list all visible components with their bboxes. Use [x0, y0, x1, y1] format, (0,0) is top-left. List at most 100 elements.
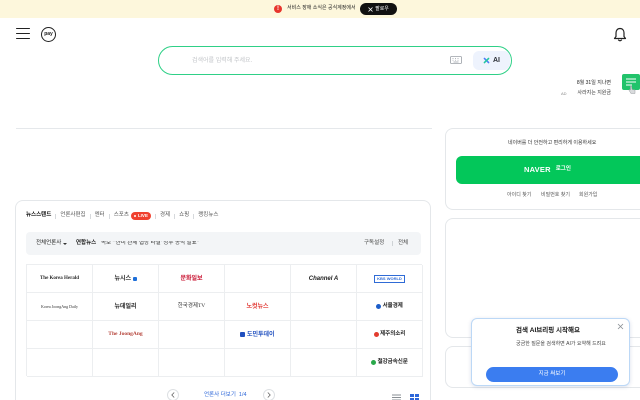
login-message: 네이버를 더 안전하고 편리하게 이용하세요: [508, 140, 597, 146]
press-logo-cell: [159, 349, 225, 377]
press-logo-cell[interactable]: The JoongAng: [93, 321, 159, 349]
news-tab[interactable]: 엔터: [95, 213, 105, 219]
press-logo: 한국경제TV: [177, 302, 206, 310]
signup-link[interactable]: 회원가입: [579, 193, 597, 198]
press-logo-name: 뉴데일리: [114, 303, 137, 310]
press-logo: Korea JoongAng Daily: [40, 303, 79, 309]
press-logo: 문화일보: [180, 276, 202, 282]
press-logo-name: 노컷뉴스: [246, 303, 269, 310]
promo-text-line1[interactable]: 8월 31일 지나면: [577, 81, 611, 86]
promo-text-line2[interactable]: 사라지는 지원금: [577, 91, 611, 96]
news-tab[interactable]: 스포츠 LIVE: [114, 212, 151, 220]
press-logo: 철강금속신문: [371, 359, 408, 366]
newsstand-filter-bar: 전체언론사 연합뉴스 속보 "'한미 관세 협상 타결' 정부 공식 발표" 구…: [26, 232, 421, 255]
news-tab[interactable]: 랭킹뉴스: [198, 213, 218, 219]
search-input[interactable]: [192, 54, 432, 67]
feature-popup: 검색 AI브리핑 시작해요 궁금한 질문을 검색하면 AI가 요약해 드려요 지…: [471, 318, 630, 386]
press-logo-cell[interactable]: 도민투데이: [225, 321, 291, 349]
tab-divider: [55, 213, 57, 219]
hand-pointer-icon: [628, 85, 636, 94]
press-logo-grid: The Korea Herald 뉴시스 문화일보 Channel A KBS WORL…: [26, 264, 423, 377]
tab-divider: [174, 213, 176, 219]
press-logo-name: Korea JoongAng Daily: [40, 303, 79, 309]
press-logo-cell[interactable]: 문화일보: [159, 265, 225, 293]
keyboard-icon[interactable]: [450, 56, 462, 64]
press-logo-name: The Korea Herald: [39, 276, 80, 281]
press-logo-cell: [291, 349, 357, 377]
next-page-button[interactable]: [263, 389, 275, 400]
pay-button[interactable]: pay: [41, 27, 56, 42]
prev-page-button[interactable]: [167, 389, 179, 400]
ai-sparkle-icon: [483, 57, 490, 63]
grid-view-icon[interactable]: [410, 394, 419, 400]
live-badge: LIVE: [130, 212, 151, 220]
press-logo-cell[interactable]: 노컷뉴스: [225, 293, 291, 321]
caret-down-icon: [63, 242, 68, 245]
press-logo-name: 한국경제TV: [177, 302, 206, 309]
press-logo-name: 문화일보: [180, 275, 203, 282]
press-logo-cell: [225, 349, 291, 377]
ad-label: AD: [561, 91, 567, 96]
chevron-left-icon: [171, 392, 175, 398]
live-badge-label: LIVE: [137, 212, 148, 218]
green-circle-icon: [371, 360, 377, 365]
ai-search-button[interactable]: AI: [473, 50, 510, 70]
press-logo-cell[interactable]: 제주의소리: [357, 321, 423, 349]
press-logo: 뉴데일리: [114, 304, 136, 310]
press-logo-cell[interactable]: Korea JoongAng Daily: [27, 293, 93, 321]
banner-follow-button[interactable]: 팔로우: [360, 3, 397, 15]
popup-action-button[interactable]: 지금 써보기: [486, 367, 618, 382]
tab-divider: [154, 213, 156, 219]
headline-link[interactable]: 속보 "'한미 관세 협상 타결' 정부 공식 발표": [101, 241, 199, 247]
popup-description: 궁금한 질문을 검색하면 AI가 요약해 드려요: [516, 341, 606, 347]
list-view-icon[interactable]: [392, 394, 401, 400]
blue-s-circle-icon: [376, 304, 382, 309]
ai-label: AI: [493, 56, 500, 64]
press-logo-cell[interactable]: 뉴시스: [93, 265, 159, 293]
login-card: 네이버를 더 안전하고 편리하게 이용하세요 NAVER 로그인 아이디 찾기 …: [445, 128, 640, 210]
bell-icon[interactable]: [613, 27, 627, 42]
close-icon[interactable]: [617, 323, 624, 330]
subscribe-settings-link[interactable]: 구독설정: [364, 240, 384, 247]
press-logo: KBS WORLD: [374, 274, 405, 283]
popup-title: 검색 AI브리핑 시작해요: [516, 327, 580, 334]
press-logo-cell: [27, 349, 93, 377]
tab-divider: [108, 213, 110, 219]
press-logo-cell[interactable]: 서울경제: [357, 293, 423, 321]
press-logo-name: KBS WORLD: [374, 274, 405, 283]
press-logo: 노컷뉴스: [246, 304, 268, 310]
press-logo-cell[interactable]: Channel A: [291, 265, 357, 293]
naver-login-button[interactable]: NAVER 로그인: [456, 156, 640, 184]
find-id-link[interactable]: 아이디 찾기: [507, 193, 531, 198]
press-logo-cell[interactable]: The Korea Herald: [27, 265, 93, 293]
press-logo-cell[interactable]: KBS WORLD: [357, 265, 423, 293]
press-logo-name: The JoongAng: [108, 330, 143, 337]
news-panel: 뉴스스탠드 언론사편집 엔터 스포츠 LIVE 경제 쇼핑 랭킹뉴스 전체언론사…: [15, 200, 431, 400]
find-password-link[interactable]: 비밀번호 찾기: [541, 193, 570, 198]
tab-divider: [89, 213, 91, 219]
news-tab[interactable]: 쇼핑: [179, 213, 189, 219]
press-logo: 서울경제: [376, 303, 403, 310]
news-tab[interactable]: 언론사편집: [60, 213, 85, 219]
tab-divider: [193, 213, 195, 219]
news-tab[interactable]: 뉴스스탠드: [26, 213, 51, 219]
press-filter-dropdown[interactable]: 전체언론사: [36, 240, 68, 247]
red-swirl-icon: [373, 332, 379, 337]
menu-icon[interactable]: [16, 28, 30, 39]
banner-text: 서비스 장애 소식은 공식계정에서: [287, 5, 356, 11]
press-logo-cell: [159, 321, 225, 349]
press-logo-cell[interactable]: 철강금속신문: [357, 349, 423, 377]
press-logo-cell[interactable]: 한국경제TV: [159, 293, 225, 321]
blue-square-icon: [132, 276, 137, 281]
press-filter-label: 전체언론사: [36, 240, 62, 246]
headline-press[interactable]: 연합뉴스: [76, 240, 96, 247]
news-tab[interactable]: 경제: [160, 213, 170, 219]
press-logo-name: Channel A: [308, 275, 339, 282]
press-logo-cell[interactable]: 뉴데일리: [93, 293, 159, 321]
press-logo: Channel A: [309, 276, 338, 282]
banner-button-label: 팔로우: [375, 5, 389, 12]
chevron-right-icon: [267, 392, 271, 398]
all-press-link[interactable]: 전체: [398, 240, 408, 247]
pager-label: 언론사 더보기: [204, 392, 236, 398]
press-logo-name: 뉴시스: [114, 275, 132, 282]
